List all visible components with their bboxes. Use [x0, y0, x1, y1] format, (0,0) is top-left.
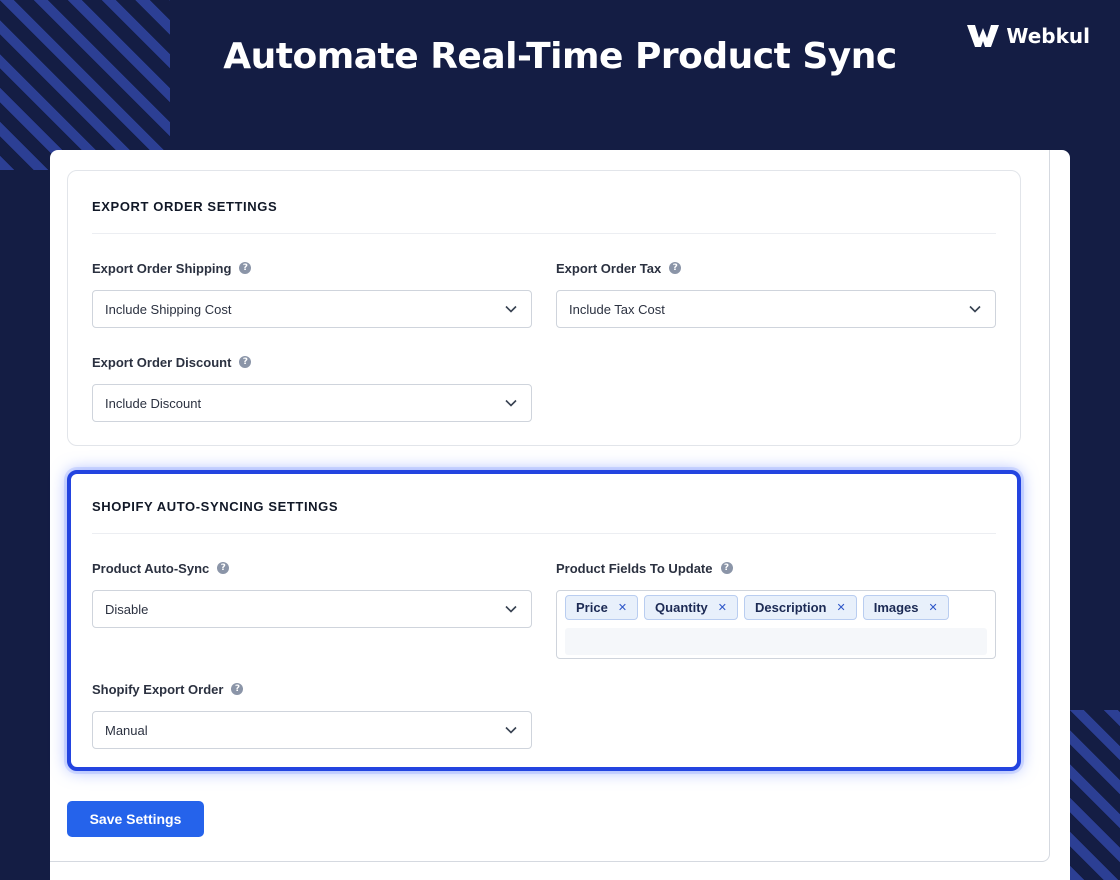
settings-panel-inner: EXPORT ORDER SETTINGS Export Order Shipp… — [50, 150, 1050, 862]
product-auto-sync-select[interactable]: Disable — [92, 590, 532, 628]
section-title: EXPORT ORDER SETTINGS — [92, 199, 278, 214]
help-icon[interactable]: ? — [720, 562, 733, 574]
brand-logo: Webkul — [966, 24, 1090, 48]
help-icon[interactable]: ? — [239, 356, 252, 368]
export-order-settings-card: EXPORT ORDER SETTINGS Export Order Shipp… — [67, 170, 1021, 446]
close-icon[interactable]: ✕ — [718, 601, 727, 614]
export-order-shipping-select[interactable]: Include Shipping Cost — [92, 290, 532, 328]
tag-label: Price — [576, 600, 608, 615]
product-auto-sync-field: Product Auto-Sync ? Disable — [92, 560, 532, 628]
field-label: Export Order Discount ? — [92, 354, 532, 370]
chevron-down-icon — [505, 305, 517, 313]
chevron-down-icon — [505, 399, 517, 407]
tags-search-input[interactable] — [565, 628, 987, 655]
settings-panel: EXPORT ORDER SETTINGS Export Order Shipp… — [50, 150, 1070, 880]
export-order-discount-label: Export Order Discount — [92, 354, 232, 370]
product-fields-to-update-label: Product Fields To Update — [556, 560, 713, 576]
section-title: SHOPIFY AUTO-SYNCING SETTINGS — [92, 499, 339, 514]
field-label: Export Order Shipping ? — [92, 260, 532, 276]
chevron-down-icon — [505, 726, 517, 734]
select-value: Include Shipping Cost — [105, 301, 232, 317]
export-order-tax-label: Export Order Tax — [556, 260, 662, 276]
decorative-stripes-top-left — [0, 0, 170, 170]
field-label: Export Order Tax ? — [556, 260, 996, 276]
help-icon[interactable]: ? — [239, 262, 252, 274]
export-order-tax-field: Export Order Tax ? Include Tax Cost — [556, 260, 996, 328]
help-icon[interactable]: ? — [231, 683, 244, 695]
section-divider — [92, 533, 996, 534]
hero-title: Automate Real-Time Product Sync — [223, 36, 897, 77]
brand-name: Webkul — [1006, 24, 1090, 48]
product-fields-to-update-field: Product Fields To Update ? Price ✕ Quant… — [556, 560, 996, 659]
selected-tags: Price ✕ Quantity ✕ Description ✕ Images … — [565, 595, 987, 621]
tag-label: Quantity — [655, 600, 708, 615]
close-icon[interactable]: ✕ — [837, 601, 846, 614]
tag-images: Images ✕ — [862, 595, 949, 620]
tag-label: Description — [754, 600, 827, 615]
shopify-export-order-field: Shopify Export Order ? Manual — [92, 681, 532, 749]
help-icon[interactable]: ? — [217, 562, 230, 574]
select-value: Manual — [105, 722, 148, 738]
close-icon[interactable]: ✕ — [618, 601, 627, 614]
export-order-discount-field: Export Order Discount ? Include Discount — [92, 354, 532, 422]
select-value: Disable — [105, 601, 149, 617]
help-icon[interactable]: ? — [669, 262, 682, 274]
shopify-auto-syncing-settings-card: SHOPIFY AUTO-SYNCING SETTINGS Product Au… — [67, 470, 1021, 771]
section-divider — [92, 233, 996, 234]
tag-label: Images — [873, 600, 919, 615]
chevron-down-icon — [505, 605, 517, 613]
tag-price: Price ✕ — [565, 595, 639, 620]
select-value: Include Discount — [105, 395, 202, 411]
shopify-export-order-select[interactable]: Manual — [92, 711, 532, 749]
product-auto-sync-label: Product Auto-Sync — [92, 560, 210, 576]
export-order-discount-select[interactable]: Include Discount — [92, 384, 532, 422]
shopify-export-order-label: Shopify Export Order — [92, 681, 224, 697]
tag-description: Description ✕ — [743, 595, 857, 620]
export-order-shipping-field: Export Order Shipping ? Include Shipping… — [92, 260, 532, 328]
select-value: Include Tax Cost — [569, 301, 665, 317]
close-icon[interactable]: ✕ — [929, 601, 938, 614]
webkul-logo-icon — [967, 25, 1000, 47]
export-order-tax-select[interactable]: Include Tax Cost — [556, 290, 996, 328]
save-settings-button[interactable]: Save Settings — [67, 801, 204, 837]
tag-quantity: Quantity ✕ — [644, 595, 738, 620]
field-label: Product Auto-Sync ? — [92, 560, 532, 576]
field-label: Product Fields To Update ? — [556, 560, 996, 576]
decorative-stripes-bottom-right — [1070, 710, 1120, 880]
chevron-down-icon — [969, 305, 981, 313]
export-order-shipping-label: Export Order Shipping — [92, 260, 232, 276]
product-fields-multiselect[interactable]: Price ✕ Quantity ✕ Description ✕ Images … — [556, 590, 996, 659]
field-label: Shopify Export Order ? — [92, 681, 532, 697]
